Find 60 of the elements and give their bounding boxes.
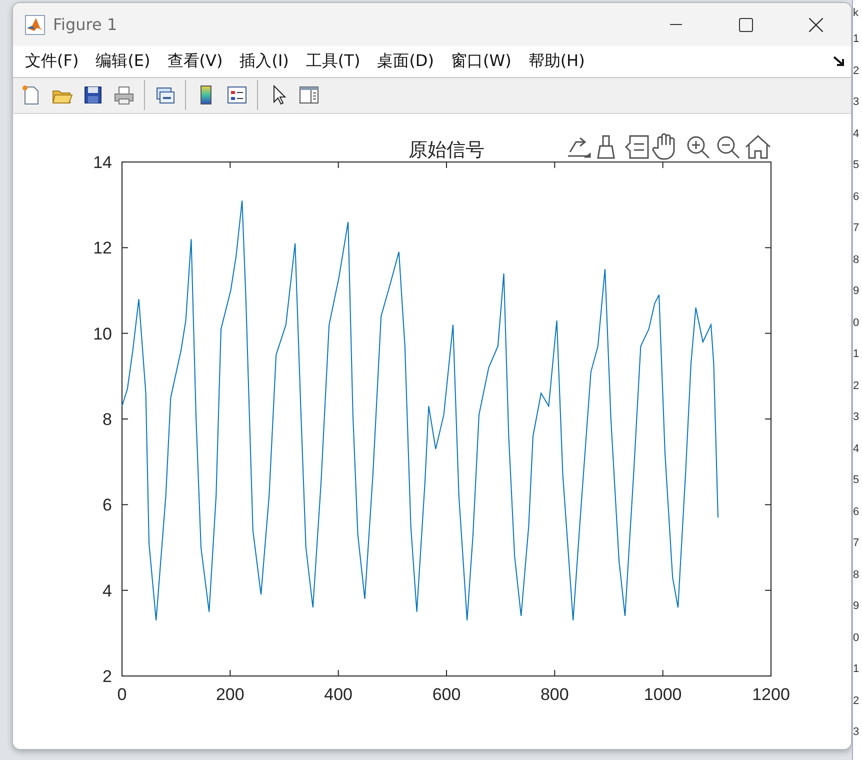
tick-label: 1000 [644, 685, 682, 704]
tick-label: 14 [93, 153, 112, 172]
row-number: 1 [853, 347, 860, 362]
row-number: 3 [853, 410, 860, 425]
maximize-icon[interactable] [739, 18, 753, 32]
tick-label: 12 [93, 238, 112, 258]
tick-label: 1200 [752, 685, 790, 704]
menu-item[interactable]: 文件(F) [21, 48, 83, 74]
menu-item[interactable]: 查看(V) [163, 48, 227, 74]
tick-label: 600 [432, 685, 461, 704]
zoom-in-icon[interactable] [687, 136, 710, 159]
tick-label: 400 [324, 685, 353, 704]
pan-hand-icon[interactable] [652, 133, 675, 160]
minimize-icon[interactable] [670, 24, 682, 26]
row-number: 1 [853, 32, 860, 47]
tick-label: 10 [93, 324, 112, 344]
row-number: 4 [853, 126, 860, 142]
menu-item[interactable]: 插入(I) [236, 48, 293, 74]
row-number: 0 [853, 316, 860, 330]
menu-item[interactable]: 工具(T) [302, 48, 364, 74]
menu-item[interactable]: 桌面(D) [373, 48, 438, 74]
row-number: 5 [853, 473, 860, 488]
row-number: 4 [853, 442, 860, 456]
tick-label: 800 [540, 685, 569, 704]
row-number: 9 [853, 599, 860, 614]
row-number: 7 [853, 221, 860, 236]
row-number: 9 [853, 284, 860, 299]
tick-label: 8 [102, 410, 112, 429]
data-tips-icon[interactable] [624, 135, 649, 159]
row-number: 6 [853, 190, 860, 204]
tick-label: 200 [216, 685, 244, 704]
menu-item[interactable]: 窗口(W) [447, 48, 516, 74]
zoom-out-icon[interactable] [717, 136, 740, 159]
window-title: Figure 1 [53, 15, 118, 34]
row-number: 0 [853, 630, 860, 646]
column-header: k [853, 6, 860, 21]
row-number: 1 [853, 662, 860, 677]
row-number: 7 [853, 536, 860, 551]
home-icon[interactable] [745, 134, 771, 159]
row-number: 2 [853, 378, 860, 394]
app-logo-icon [25, 14, 45, 34]
brush-icon[interactable] [597, 135, 615, 159]
row-number: 3 [853, 95, 860, 110]
row-number: 5 [853, 158, 860, 173]
row-number: 8 [853, 252, 860, 268]
tick-label: 4 [102, 581, 112, 600]
tick-label: 6 [102, 496, 112, 515]
row-number: 8 [853, 568, 860, 582]
dock-arrow-icon[interactable] [833, 55, 845, 68]
tick-label: 2 [102, 667, 112, 686]
row-number: 6 [853, 504, 860, 520]
tick-label: 0 [117, 685, 127, 704]
export-icon[interactable] [567, 137, 591, 158]
menu-item[interactable]: 帮助(H) [524, 48, 589, 74]
row-number: 2 [853, 694, 860, 708]
row-number: 3 [853, 725, 860, 740]
row-number: 2 [853, 64, 860, 78]
close-icon[interactable] [809, 18, 823, 32]
menu-item[interactable]: 编辑(E) [92, 48, 154, 74]
chart-title: 原始信号 [408, 139, 484, 161]
